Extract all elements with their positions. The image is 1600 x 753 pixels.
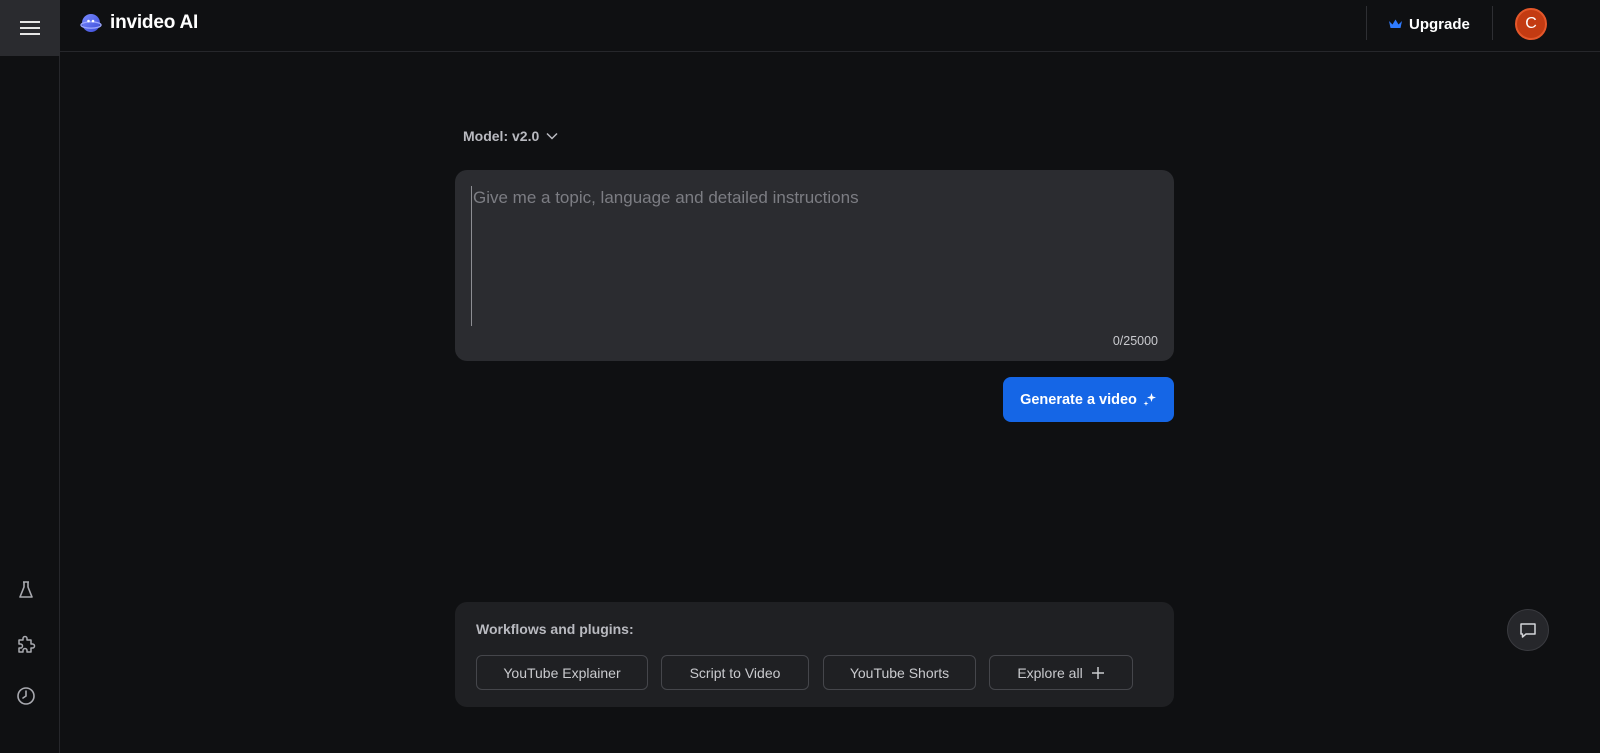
upgrade-button[interactable]: Upgrade: [1388, 14, 1470, 34]
avatar[interactable]: C: [1515, 8, 1547, 40]
invideo-logo-icon: [80, 14, 102, 32]
upgrade-label: Upgrade: [1409, 15, 1470, 33]
brand-name: invideo AI: [110, 12, 199, 33]
chip-label: YouTube Shorts: [849, 664, 950, 681]
sparkle-icon: [1143, 392, 1156, 406]
labs-button[interactable]: [14, 578, 38, 602]
chat-icon: [1520, 623, 1536, 638]
divider: [1366, 6, 1367, 40]
workflow-script-to-video[interactable]: Script to Video: [661, 655, 809, 690]
workflow-explore-all[interactable]: Explore all: [989, 655, 1133, 690]
generate-video-button[interactable]: Generate a video: [1003, 377, 1174, 422]
divider: [1492, 6, 1493, 40]
sidebar: [0, 0, 60, 753]
workflow-youtube-shorts[interactable]: YouTube Shorts: [823, 655, 976, 690]
history-button[interactable]: [14, 684, 38, 708]
workflows-title: Workflows and plugins:: [476, 621, 634, 637]
generate-label: Generate a video: [1020, 391, 1137, 408]
menu-button[interactable]: [0, 0, 60, 56]
char-counter: 0/25000: [1112, 334, 1158, 348]
menu-icon: [20, 21, 40, 35]
crown-icon: [1389, 19, 1402, 28]
prompt-input[interactable]: [471, 186, 1161, 326]
clock-icon: [17, 687, 35, 705]
model-label: Model: v2.0: [463, 128, 540, 144]
model-selector[interactable]: Model: v2.0: [463, 126, 558, 146]
brand-logo[interactable]: invideo AI: [80, 10, 198, 36]
workflow-youtube-explainer[interactable]: YouTube Explainer: [476, 655, 648, 690]
chevron-down-icon: [546, 132, 558, 140]
chip-label: Script to Video: [689, 664, 781, 681]
plus-icon: [1091, 666, 1104, 679]
puzzle-icon: [18, 635, 36, 653]
flask-icon: [19, 581, 33, 598]
chip-label: YouTube Explainer: [503, 664, 621, 681]
chat-support-button[interactable]: [1507, 609, 1549, 651]
workflows-panel: Workflows and plugins: YouTube Explainer…: [455, 602, 1174, 707]
plugins-button[interactable]: [14, 632, 38, 656]
chip-label: Explore all: [1017, 664, 1083, 681]
prompt-box: 0/25000: [455, 170, 1174, 361]
top-bar: invideo AI Upgrade C: [60, 0, 1600, 52]
